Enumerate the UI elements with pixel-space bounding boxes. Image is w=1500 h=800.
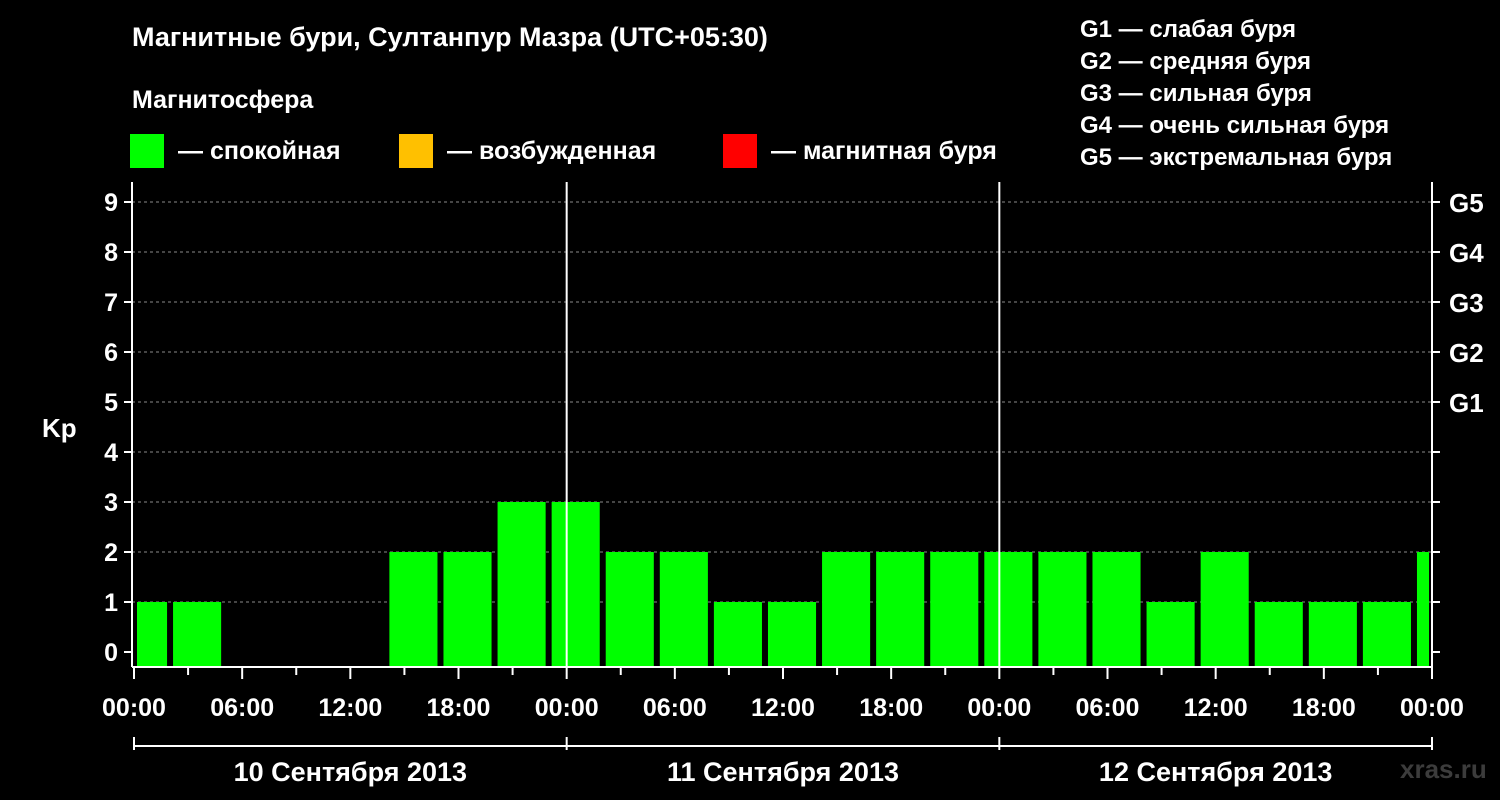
kp-bar-15 <box>930 552 979 667</box>
kp-bar-24 <box>1416 552 1429 667</box>
y-tick-label-2: 2 <box>104 539 118 567</box>
day-label-1: 11 Сентября 2013 <box>667 757 899 787</box>
x-tick-label-4: 00:00 <box>535 694 599 722</box>
x-tick-label-6: 12:00 <box>751 694 815 722</box>
kp-bar-6 <box>443 552 492 667</box>
y-tick-label-5: 5 <box>104 389 118 417</box>
kp-bar-17 <box>1038 552 1087 667</box>
x-tick-label-1: 06:00 <box>210 694 274 722</box>
x-tick-label-3: 18:00 <box>427 694 491 722</box>
x-tick-label-2: 12:00 <box>318 694 382 722</box>
kp-bar-11 <box>713 602 762 667</box>
y-tick-label-4: 4 <box>104 439 118 467</box>
x-tick-label-5: 06:00 <box>643 694 707 722</box>
y-axis-label: Kp <box>42 413 77 443</box>
kp-bar-12 <box>767 602 817 667</box>
y-tick-label-1: 1 <box>104 589 118 617</box>
x-tick-label-9: 06:00 <box>1076 694 1140 722</box>
kp-bar-16 <box>984 552 1033 667</box>
kp-bar-19 <box>1146 602 1195 667</box>
x-tick-label-12: 00:00 <box>1400 694 1464 722</box>
x-tick-label-8: 00:00 <box>967 694 1031 722</box>
kp-bar-8 <box>551 502 600 667</box>
right-axis-label-g4: G4 <box>1449 238 1484 268</box>
x-tick-label-0: 00:00 <box>102 694 166 722</box>
right-axis-label-g1: G1 <box>1449 388 1484 418</box>
kp-bar-10 <box>659 552 708 667</box>
right-axis-label-g5: G5 <box>1449 188 1484 218</box>
kp-bar-22 <box>1308 602 1357 667</box>
x-tick-label-10: 12:00 <box>1184 694 1248 722</box>
watermark: xras.ru <box>1400 754 1487 784</box>
kp-bar-0 <box>137 602 168 667</box>
kp-bar-23 <box>1362 602 1411 667</box>
kp-bar-13 <box>822 552 871 667</box>
day-label-2: 12 Сентября 2013 <box>1099 757 1332 787</box>
x-tick-label-11: 18:00 <box>1292 694 1356 722</box>
kp-bar-1 <box>173 602 222 667</box>
y-tick-label-0: 0 <box>104 639 118 667</box>
kp-bar-21 <box>1254 602 1303 667</box>
kp-bar-20 <box>1200 552 1249 667</box>
x-tick-label-7: 18:00 <box>859 694 923 722</box>
kp-bar-7 <box>497 502 546 667</box>
kp-bar-chart: 0 1 2 3 4 5 6 7 8 9 Kp G1 G2 G3 G4 G5 00:00 06:00 12:00 18:… <box>42 182 1484 787</box>
right-axis-label-g3: G3 <box>1449 288 1484 318</box>
y-tick-label-8: 8 <box>104 239 118 267</box>
day-label-0: 10 Сентября 2013 <box>234 757 467 787</box>
right-axis-label-g2: G2 <box>1449 338 1484 368</box>
kp-bar-5 <box>389 552 438 667</box>
kp-bar-14 <box>876 552 925 667</box>
y-tick-label-6: 6 <box>104 339 118 367</box>
kp-bar-18 <box>1092 552 1141 667</box>
y-tick-label-7: 7 <box>104 289 118 317</box>
y-tick-label-9: 9 <box>104 189 118 217</box>
y-tick-label-3: 3 <box>104 489 118 517</box>
kp-bar-9 <box>605 552 654 667</box>
